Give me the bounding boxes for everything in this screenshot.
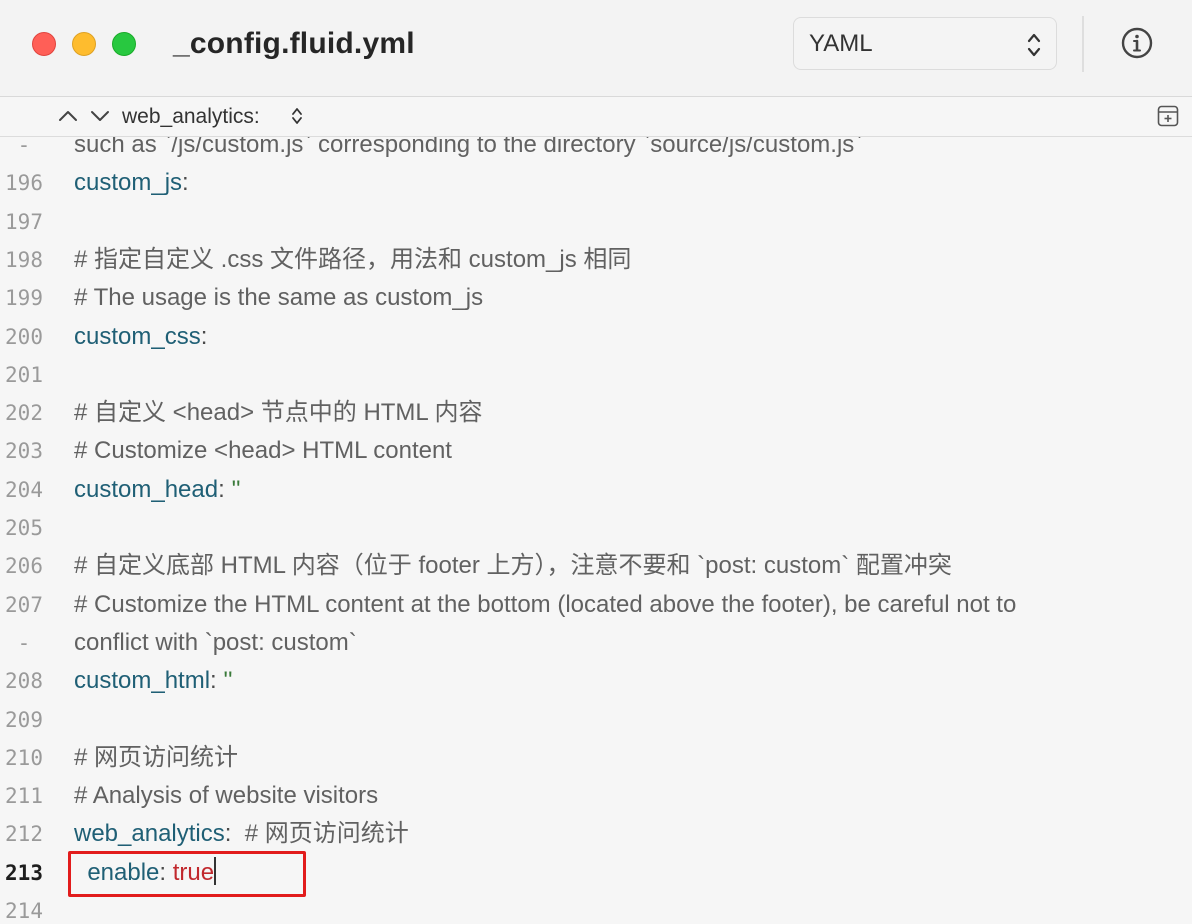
code-line[interactable]: 205 xyxy=(0,509,1192,547)
code-line[interactable]: 200 custom_css: xyxy=(0,318,1192,356)
code-token-key: custom_js xyxy=(74,169,183,197)
line-number: - xyxy=(17,630,31,655)
close-window-button[interactable] xyxy=(32,32,56,56)
code-line[interactable]: 196 custom_js: xyxy=(0,164,1192,202)
line-number: 200 xyxy=(5,324,43,349)
code-token-comment: # Analysis of website visitors xyxy=(74,782,379,810)
code-text: custom_head: '' xyxy=(74,471,241,509)
code-token-punct: : xyxy=(224,820,245,848)
minimize-window-button[interactable] xyxy=(72,32,96,56)
editor-window: _config.fluid.yml YAML web_analytics: - … xyxy=(0,0,1192,924)
line-number: 214 xyxy=(5,899,43,923)
code-line[interactable]: 208 custom_html: '' xyxy=(0,662,1192,700)
zoom-window-button[interactable] xyxy=(112,32,136,56)
code-editor[interactable]: - such as `/js/custom.js` corresponding t… xyxy=(0,137,1192,924)
code-text: # Customize <head> HTML content xyxy=(74,432,452,470)
code-token-comment: # Customize <head> HTML content xyxy=(74,437,452,465)
line-number: 204 xyxy=(5,477,43,502)
line-number: - xyxy=(17,137,31,157)
line-number: 207 xyxy=(5,592,43,617)
code-token-str: '' xyxy=(223,667,233,695)
code-line[interactable]: 202 # 自定义 <head> 节点中的 HTML 内容 xyxy=(0,394,1192,432)
line-number: 211 xyxy=(5,784,43,809)
title-bar: _config.fluid.yml YAML xyxy=(0,0,1192,97)
chevron-up-icon[interactable] xyxy=(58,108,78,124)
code-token-comment: conflict with `post: custom` xyxy=(74,628,357,656)
code-line[interactable]: 197 xyxy=(0,203,1192,241)
code-line[interactable]: 211 # Analysis of website visitors xyxy=(0,777,1192,815)
code-line[interactable]: 201 xyxy=(0,356,1192,394)
code-text: # 网页访问统计 xyxy=(74,739,238,777)
chevron-down-icon[interactable] xyxy=(90,108,110,124)
syntax-language-select[interactable]: YAML xyxy=(793,17,1057,70)
code-line[interactable]: 203 # Customize <head> HTML content xyxy=(0,432,1192,470)
line-number: 203 xyxy=(5,439,43,464)
up-down-chevron-icon[interactable] xyxy=(291,106,303,126)
code-token-comment: # 网页访问统计 xyxy=(74,743,239,771)
line-number: 208 xyxy=(5,669,43,694)
code-text: custom_html: '' xyxy=(74,662,233,700)
code-token-comment: # 指定自定义 .css 文件路径，用法和 custom_js 相同 xyxy=(74,245,632,273)
code-line[interactable]: 206 # 自定义底部 HTML 内容（位于 footer 上方），注意不要和 `… xyxy=(0,547,1192,585)
line-number: 206 xyxy=(5,554,43,579)
jump-bar: web_analytics: xyxy=(0,97,1192,137)
code-text: web_analytics: # 网页访问统计 xyxy=(74,815,409,853)
code-token-key: web_analytics xyxy=(74,820,225,848)
code-token-comment: # 自定义 <head> 节点中的 HTML 内容 xyxy=(74,399,483,427)
line-number: 202 xyxy=(5,401,43,426)
code-token-comment: # 网页访问统计 xyxy=(244,820,409,848)
line-number: 209 xyxy=(5,707,43,732)
code-text: # Analysis of website visitors xyxy=(74,777,378,815)
line-number: 205 xyxy=(5,516,43,540)
code-line[interactable]: 212 web_analytics: # 网页访问统计 xyxy=(0,815,1192,853)
info-icon[interactable] xyxy=(1121,27,1153,59)
code-line[interactable]: 198 # 指定自定义 .css 文件路径，用法和 custom_js 相同 xyxy=(0,241,1192,279)
code-line[interactable]: - such as `/js/custom.js` corresponding t… xyxy=(0,137,1192,164)
code-token-str: '' xyxy=(231,475,241,503)
code-token-comment: # Customize the HTML content at the bott… xyxy=(74,590,1017,618)
syntax-language-label: YAML xyxy=(809,30,873,57)
code-token-comment: such as `/js/custom.js` corresponding to… xyxy=(74,137,863,158)
code-line[interactable]: 207 # Customize the HTML content at the b… xyxy=(0,586,1192,624)
highlight-annotation-box xyxy=(68,851,306,897)
code-text: conflict with `post: custom` xyxy=(74,624,357,662)
code-line[interactable]: 204 custom_head: '' xyxy=(0,471,1192,509)
code-text: custom_js: xyxy=(74,164,189,202)
code-line[interactable]: - conflict with `post: custom` xyxy=(0,624,1192,662)
code-token-punct: : xyxy=(210,667,224,695)
add-panel-icon[interactable] xyxy=(1157,105,1179,127)
code-token-comment: # The usage is the same as custom_js xyxy=(74,284,484,312)
code-token-key: custom_css xyxy=(74,322,201,350)
code-text: custom_css: xyxy=(74,318,207,356)
line-number: 199 xyxy=(5,286,43,311)
code-token-punct: : xyxy=(182,169,189,197)
document-title: _config.fluid.yml xyxy=(173,27,415,60)
code-text: such as `/js/custom.js` corresponding to… xyxy=(74,137,862,164)
code-token-comment: # 自定义底部 HTML 内容（位于 footer 上方），注意不要和 `pos… xyxy=(74,552,952,580)
symbol-navigator-label[interactable]: web_analytics: xyxy=(122,104,260,130)
code-token-punct: : xyxy=(200,322,208,350)
code-text: # 自定义底部 HTML 内容（位于 footer 上方），注意不要和 `pos… xyxy=(74,547,952,585)
code-token-key: custom_html xyxy=(74,667,211,695)
code-token-key: custom_head xyxy=(74,475,219,503)
line-number: 197 xyxy=(5,209,43,234)
up-down-chevron-icon xyxy=(1027,33,1041,57)
code-text: # The usage is the same as custom_js xyxy=(74,279,483,317)
code-text: # 自定义 <head> 节点中的 HTML 内容 xyxy=(74,394,483,432)
code-line[interactable]: 199 # The usage is the same as custom_js xyxy=(0,279,1192,317)
line-number: 201 xyxy=(5,362,43,387)
line-number: 213 xyxy=(5,860,43,885)
line-number: 196 xyxy=(5,171,43,196)
code-line[interactable]: 210 # 网页访问统计 xyxy=(0,739,1192,777)
code-token-punct: : xyxy=(218,475,232,503)
code-line[interactable]: 209 xyxy=(0,701,1192,739)
code-text: # 指定自定义 .css 文件路径，用法和 custom_js 相同 xyxy=(74,241,631,279)
line-number: 212 xyxy=(5,822,43,847)
toolbar-divider xyxy=(1082,16,1084,72)
code-text: # Customize the HTML content at the bott… xyxy=(74,586,1016,624)
line-number: 198 xyxy=(5,247,43,272)
line-number: 210 xyxy=(5,745,43,770)
